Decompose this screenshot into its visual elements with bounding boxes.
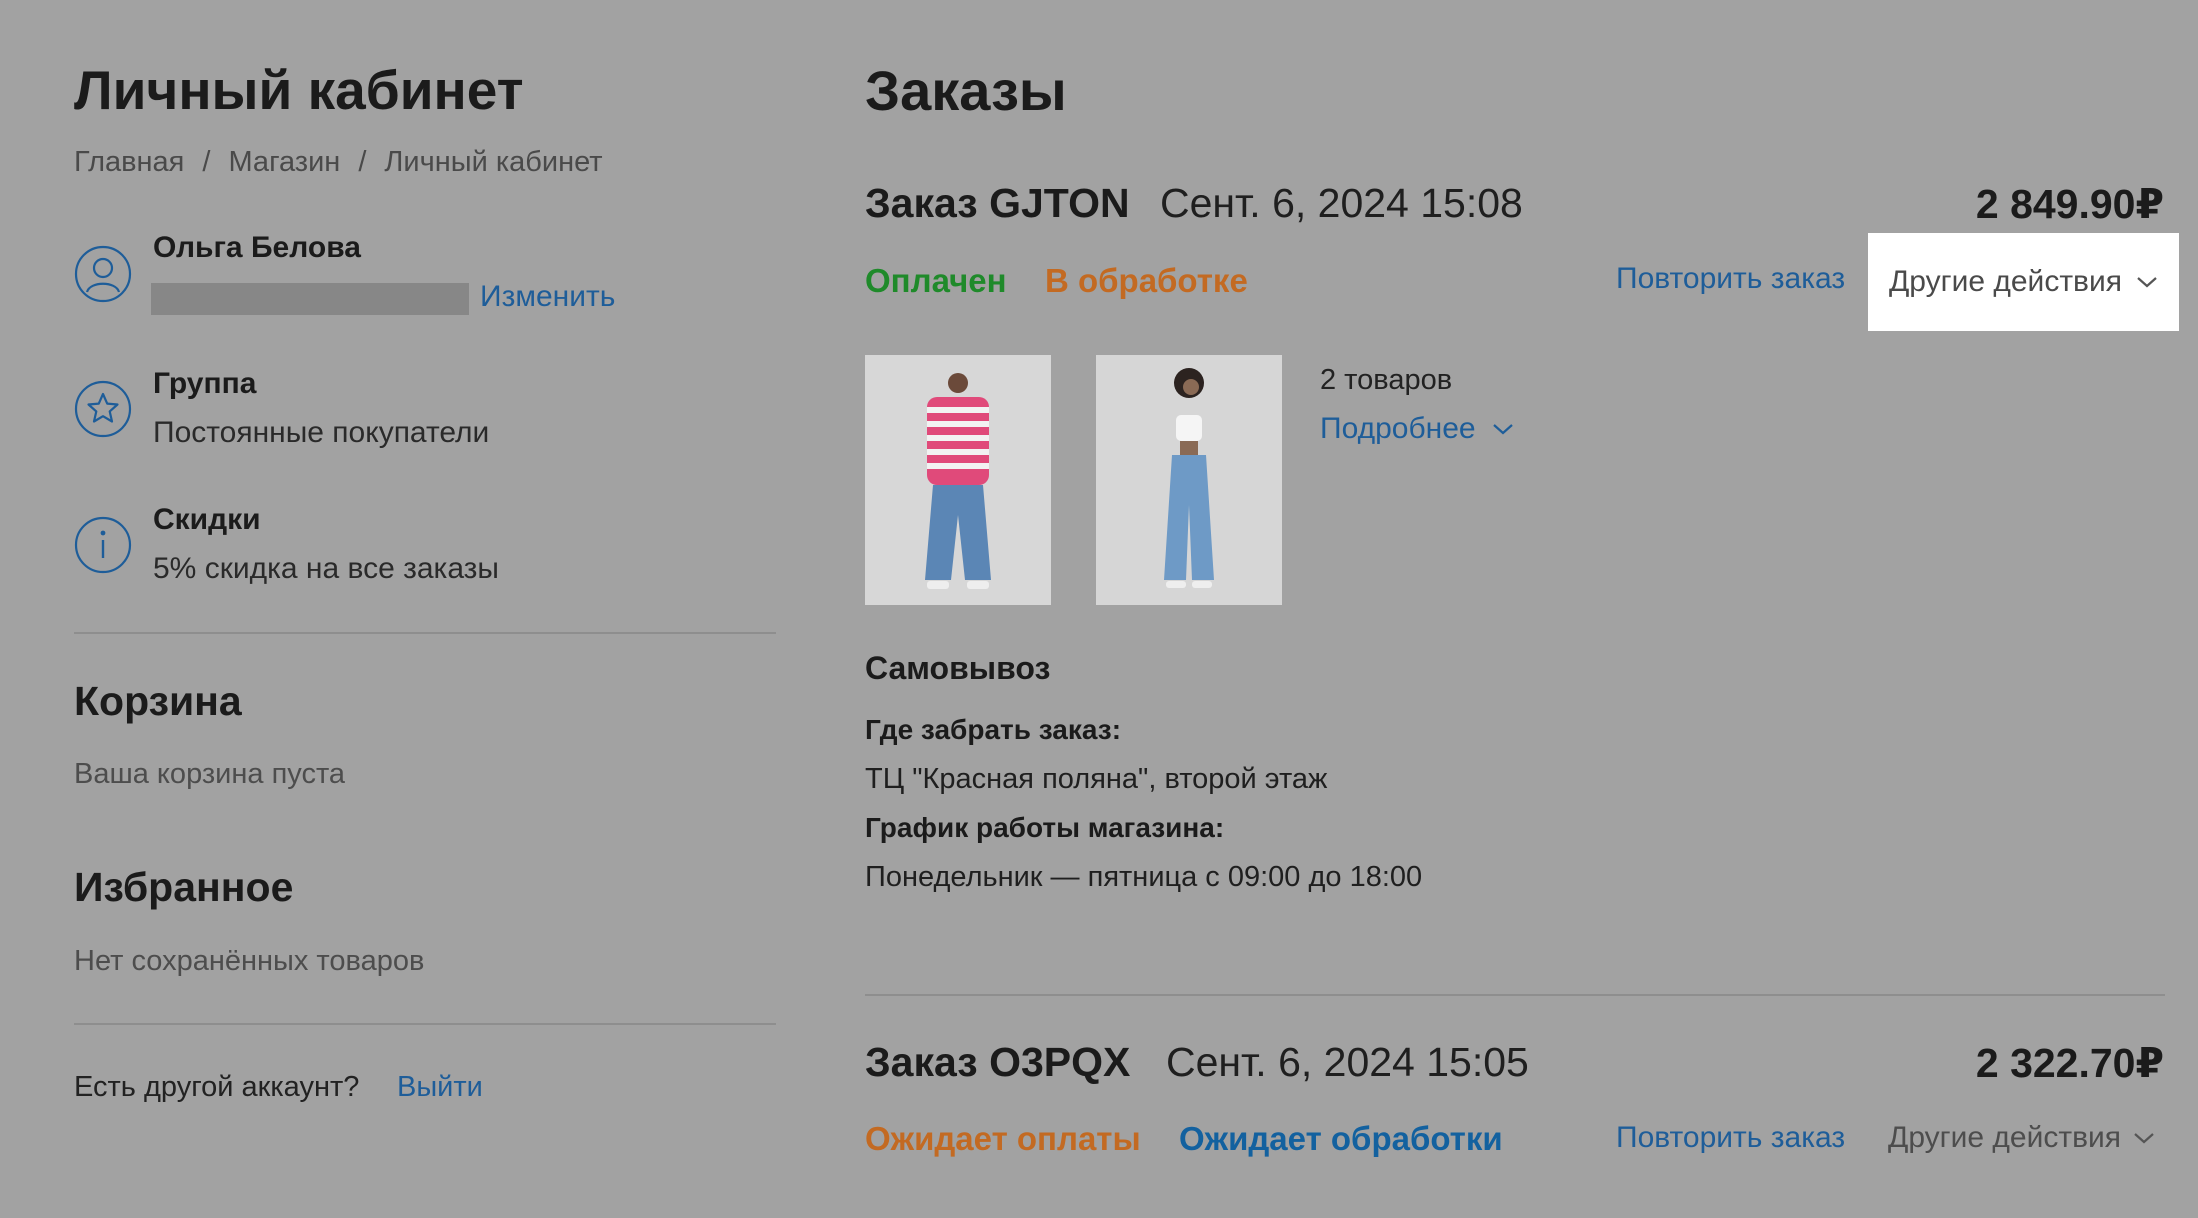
- status-badge-awaiting-payment: Ожидает оплаты: [865, 1120, 1141, 1157]
- edit-profile-link[interactable]: Изменить: [480, 280, 615, 314]
- group-value: Постоянные покупатели: [153, 416, 490, 449]
- page-title: Личный кабинет: [74, 59, 524, 121]
- repeat-order-link[interactable]: Повторить заказ: [1616, 262, 1845, 296]
- logout-link[interactable]: Выйти: [397, 1071, 483, 1104]
- order-number: Заказ GJTON: [865, 180, 1130, 226]
- other-account-question: Есть другой аккаунт?: [74, 1071, 360, 1103]
- other-actions-dropdown[interactable]: Другие действия: [1888, 1121, 2155, 1155]
- order-date: Сент. 6, 2024 15:08: [1160, 180, 1523, 226]
- user-name: Ольга Белова: [153, 231, 361, 264]
- repeat-order-link[interactable]: Повторить заказ: [1616, 1121, 1845, 1155]
- product-thumbnail[interactable]: [865, 355, 1051, 605]
- discounts-title: Скидки: [153, 503, 261, 536]
- orders-title: Заказы: [865, 59, 1067, 122]
- order-date: Сент. 6, 2024 15:05: [1166, 1039, 1529, 1085]
- schedule-value: Понедельник — пятница с 09:00 до 18:00: [865, 861, 1423, 893]
- group-title: Группа: [153, 367, 257, 400]
- schedule-label: График работы магазина:: [865, 812, 1225, 843]
- other-actions-label: Другие действия: [1888, 1121, 2122, 1154]
- breadcrumb-separator: /: [202, 146, 211, 178]
- delivery-method: Самовывоз: [865, 650, 1051, 686]
- cart-empty-text: Ваша корзина пуста: [74, 758, 346, 790]
- status-badge-awaiting-processing: Ожидает обработки: [1179, 1120, 1503, 1157]
- product-thumbnail[interactable]: [1096, 355, 1282, 605]
- breadcrumb: Главная / Магазин / Личный кабинет: [74, 146, 603, 179]
- breadcrumb-separator: /: [358, 146, 367, 178]
- order-total: 2 849.90₽: [1975, 181, 2164, 227]
- breadcrumb-home[interactable]: Главная: [74, 146, 184, 178]
- favorites-title: Избранное: [74, 864, 294, 910]
- star-icon: [74, 380, 132, 443]
- discounts-value: 5% скидка на все заказы: [153, 552, 499, 585]
- items-count: 2 товаров: [1320, 364, 1453, 396]
- details-label: Подробнее: [1320, 412, 1476, 445]
- other-actions-dropdown[interactable]: Другие действия: [1868, 233, 2179, 331]
- chevron-down-icon: [2137, 277, 2157, 288]
- breadcrumb-shop[interactable]: Магазин: [228, 146, 340, 178]
- order-number: Заказ O3PQX: [865, 1039, 1131, 1085]
- divider: [74, 632, 776, 634]
- order-total: 2 322.70₽: [1975, 1040, 2164, 1086]
- details-toggle[interactable]: Подробнее: [1320, 412, 1514, 446]
- other-actions-label: Другие действия: [1888, 265, 2122, 298]
- chevron-down-icon: [2134, 1133, 2154, 1144]
- chevron-down-icon: [1492, 424, 1513, 435]
- pickup-location-label: Где забрать заказ:: [865, 714, 1122, 745]
- favorites-empty-text: Нет сохранённых товаров: [74, 945, 425, 977]
- user-icon: [74, 245, 132, 308]
- status-badge-processing: В обработке: [1045, 262, 1248, 299]
- cart-title: Корзина: [74, 678, 242, 724]
- breadcrumb-current: Личный кабинет: [384, 146, 603, 178]
- info-icon: [74, 516, 132, 579]
- divider: [74, 1023, 776, 1025]
- pickup-location-value: ТЦ "Красная поляна", второй этаж: [865, 763, 1328, 795]
- masked-email: [151, 283, 469, 315]
- order-divider: [865, 994, 2165, 996]
- status-badge-paid: Оплачен: [865, 262, 1007, 299]
